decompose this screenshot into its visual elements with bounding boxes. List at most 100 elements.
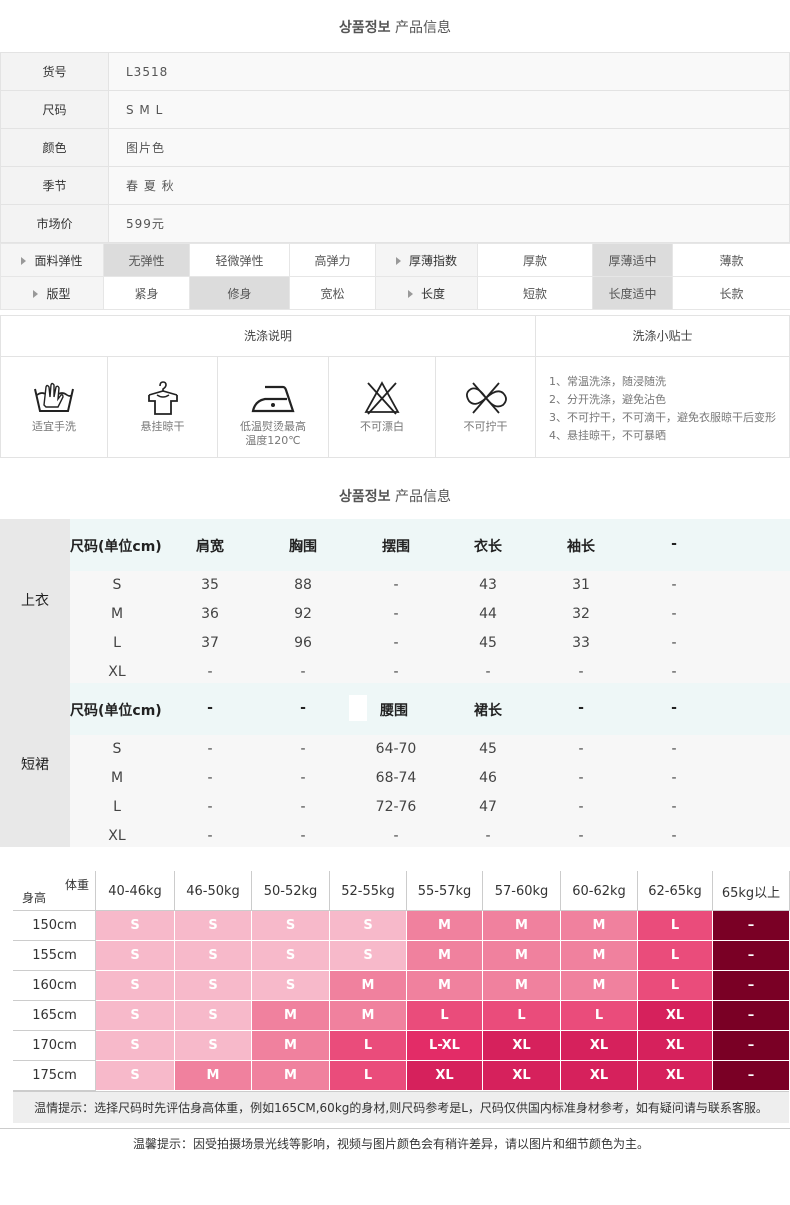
no-wring-icon bbox=[465, 382, 507, 414]
weight-header-cell: 60-62kg bbox=[560, 871, 638, 911]
section-title-bold: 상품정보 bbox=[339, 489, 391, 505]
size-cell: - bbox=[671, 577, 677, 593]
section-title-2: 상품정보 产品信息 bbox=[0, 486, 790, 506]
size-cell: 45 bbox=[479, 741, 497, 757]
size-group-label: 上衣 bbox=[0, 519, 70, 683]
height-row: 155cm S S S S M M M L – bbox=[13, 940, 790, 971]
size-cell: 31 bbox=[572, 577, 590, 593]
wash-tip: 2、分开洗涤，避免沾色 bbox=[549, 393, 666, 406]
size-header-cell: 裙长 bbox=[474, 703, 502, 719]
size-cell: - bbox=[671, 741, 677, 757]
height-row: 150cm S S S S M M M L – bbox=[13, 910, 790, 941]
weight-header-cell: 40-46kg bbox=[95, 871, 175, 911]
size-recommendation-cell: M bbox=[174, 1060, 252, 1091]
size-recommendation-cell: XL bbox=[482, 1060, 561, 1091]
size-cell: - bbox=[300, 741, 306, 757]
no-bleach-icon bbox=[364, 381, 400, 415]
product-info-table: 货号 L3518 尺码 S M L 颜色 图片色 季节春 夏 秋市场价 599元 bbox=[0, 52, 790, 243]
attribute-label: 版型 bbox=[0, 276, 104, 310]
attribute-label-text: 长度 bbox=[420, 286, 445, 301]
height-axis-label: 身高 bbox=[22, 891, 47, 905]
size-cell: 92 bbox=[294, 606, 312, 622]
attributes-table: 面料弹性 无弹性 轻微弹性 高弹力 厚薄指数 厚款 厚薄适中 薄款 版型 紧身 修身 宽松 长度 短款 长度… bbox=[0, 243, 790, 310]
size-recommendation-cell: M bbox=[406, 910, 483, 941]
size-header-cell: 袖长 bbox=[567, 539, 595, 555]
size-cell: M bbox=[110, 770, 124, 786]
size-recommendation-cell: M bbox=[251, 1060, 330, 1091]
attribute-option: 薄款 bbox=[672, 243, 790, 277]
section-title-bold: 상품정보 bbox=[339, 20, 391, 36]
height-row: 165cm S S M M L L L XL – bbox=[13, 1000, 790, 1031]
size-recommendation-cell: XL bbox=[406, 1060, 483, 1091]
size-cell: 46 bbox=[479, 770, 497, 786]
no-bleach-label: 不可漂白 bbox=[360, 420, 404, 433]
size-header-cell: 衣长 bbox=[474, 539, 502, 555]
size-recommendation-cell: L bbox=[482, 1000, 561, 1031]
info-row: 颜色 图片色 bbox=[0, 128, 790, 167]
height-row: 160cm S S S M M M M L – bbox=[13, 970, 790, 1001]
size-cell: - bbox=[207, 828, 213, 844]
size-recommendation-cell: XL bbox=[637, 1000, 713, 1031]
attribute-label-text: 厚薄指数 bbox=[408, 253, 457, 268]
wash-instructions: 洗涤说明 洗涤小贴士 适宜手洗 悬挂晾干 低温熨烫最高 温度120℃ 不可漂白 bbox=[0, 315, 790, 458]
info-value: L3518 bbox=[108, 52, 790, 91]
size-cell: 64-70 bbox=[375, 741, 417, 757]
size-recommendation-cell: XL bbox=[560, 1060, 638, 1091]
size-recommendation-cell: S bbox=[329, 910, 407, 941]
wash-tip: 3、不可拧干，不可滴干，避免衣服晾干后变形 bbox=[549, 411, 776, 424]
attribute-option: 紧身 bbox=[103, 276, 190, 310]
weight-header-cell: 55-57kg bbox=[406, 871, 483, 911]
wash-tip: 1、常温洗涤，随浸随洗 bbox=[549, 375, 666, 388]
size-cell: 35 bbox=[201, 577, 219, 593]
size-cell: S bbox=[112, 741, 122, 757]
size-recommendation-cell: – bbox=[712, 1060, 790, 1091]
size-header-cell: 尺码(单位cm) bbox=[70, 539, 162, 555]
size-header-cell: 摆围 bbox=[382, 539, 410, 555]
attribute-option: 高弹力 bbox=[289, 243, 376, 277]
size-cell: 44 bbox=[479, 606, 497, 622]
hang-dry-icon bbox=[147, 381, 178, 415]
info-row: 市场价 599元 bbox=[0, 204, 790, 243]
size-cell: 47 bbox=[479, 799, 497, 815]
no-wring-label: 不可拧干 bbox=[463, 420, 508, 433]
size-recommendation-cell: – bbox=[712, 940, 790, 971]
size-header-cell: 肩宽 bbox=[196, 539, 224, 555]
size-cell: - bbox=[300, 664, 306, 680]
size-recommendation-cell: – bbox=[712, 910, 790, 941]
size-recommendation-cell: M bbox=[560, 970, 638, 1001]
size-body-bg bbox=[70, 735, 790, 847]
size-cell: 72-76 bbox=[375, 799, 417, 815]
size-cell: - bbox=[578, 741, 584, 757]
size-recommendation-cell: – bbox=[712, 1030, 790, 1061]
wash-tip: 4、悬挂晾干，不可暴晒 bbox=[549, 429, 666, 442]
size-cell: - bbox=[485, 664, 491, 680]
attribute-option-selected: 无弹性 bbox=[103, 243, 190, 277]
hang-dry-item: 悬挂晾干 bbox=[108, 357, 218, 457]
height-cell: 170cm bbox=[13, 1030, 96, 1061]
size-cell: L bbox=[113, 799, 121, 815]
info-label: 尺码 bbox=[0, 90, 109, 129]
size-recommendation-cell: S bbox=[174, 940, 252, 971]
attribute-option-selected: 长度适中 bbox=[592, 276, 673, 310]
section-title: 상품정보 产品信息 bbox=[0, 17, 790, 37]
size-cell: - bbox=[393, 828, 399, 844]
size-cell: - bbox=[207, 741, 213, 757]
triangle-icon bbox=[407, 290, 413, 298]
no-bleach-item: 不可漂白 bbox=[329, 357, 436, 457]
size-cell: - bbox=[393, 635, 399, 651]
size-recommendation-cell: – bbox=[712, 1000, 790, 1031]
size-cell: - bbox=[207, 770, 213, 786]
weight-header-cell: 65kg以上 bbox=[712, 871, 790, 911]
size-recommendation-cell: L bbox=[329, 1060, 407, 1091]
size-recommendation-cell: S bbox=[174, 1000, 252, 1031]
attribute-label: 长度 bbox=[375, 276, 478, 310]
size-recommendation-cell: L bbox=[637, 940, 713, 971]
size-cell: - bbox=[671, 770, 677, 786]
size-cell: M bbox=[110, 606, 124, 622]
attribute-row: 面料弹性 无弹性 轻微弹性 高弹力 厚薄指数 厚款 厚薄适中 薄款 bbox=[0, 243, 790, 277]
size-recommendation-cell: M bbox=[329, 1000, 407, 1031]
height-cell: 155cm bbox=[13, 940, 96, 971]
size-cell: - bbox=[671, 799, 677, 815]
size-cell: - bbox=[207, 799, 213, 815]
size-cell: - bbox=[300, 770, 306, 786]
